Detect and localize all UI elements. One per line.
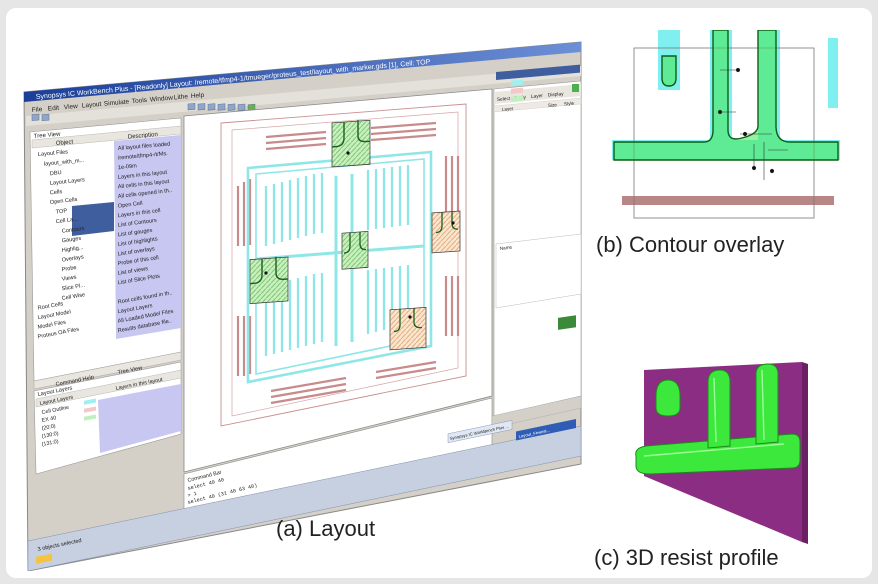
overlay-brown-bar: [622, 196, 834, 205]
contour-window-left[interactable]: [249, 256, 289, 305]
tool-open-icon[interactable]: [31, 113, 40, 121]
figure-frame: Synopsys IC WorkBench Plus - [Readonly] …: [6, 8, 872, 578]
tree-item-label[interactable]: DBU: [50, 170, 62, 177]
right-col-layer: Layer: [502, 106, 514, 112]
menu-lithe[interactable]: Lithe: [174, 93, 189, 101]
contour-overlay-figure: [612, 30, 840, 219]
contour-window-top[interactable]: [331, 119, 371, 168]
resist-pillar-left: [655, 379, 681, 417]
run-button[interactable]: [572, 84, 579, 92]
menu-edit[interactable]: Edit: [48, 105, 60, 113]
resist-pillar-mid: [707, 369, 731, 449]
right-layer-swatch-1: [511, 87, 523, 94]
tool-select-icon[interactable]: [217, 103, 226, 111]
right-col-size: Size: [548, 102, 558, 108]
contour-window-center[interactable]: [341, 231, 369, 270]
menu-tools[interactable]: Tools: [132, 97, 148, 105]
right-tab-layer[interactable]: Layer: [531, 93, 544, 100]
tool-layers-icon[interactable]: [237, 103, 246, 111]
menu-view[interactable]: View: [64, 103, 79, 111]
substrate-side: [802, 362, 808, 544]
tool-save-icon[interactable]: [41, 113, 50, 121]
right-layer-swatch-0: [511, 79, 523, 86]
resist-profile-figure: [635, 362, 808, 544]
layout-screenshot: Synopsys IC WorkBench Plus - [Readonly] …: [23, 41, 582, 571]
tool-ruler-icon[interactable]: [227, 103, 236, 111]
tool-zoom-in-icon[interactable]: [187, 103, 196, 111]
contour-window-bottom[interactable]: [389, 306, 427, 351]
caption-layout: (a) Layout: [276, 516, 376, 541]
menu-file[interactable]: File: [32, 106, 43, 114]
status-indicator: [558, 315, 576, 330]
contour-outline: [661, 55, 677, 87]
right-layer-swatch-2: [511, 95, 523, 102]
caption-contour: (b) Contour overlay: [596, 232, 785, 257]
right-tab-select[interactable]: Select: [497, 96, 511, 103]
overlay-cyan-col-4: [828, 38, 838, 108]
caption-resist: (c) 3D resist profile: [594, 545, 779, 570]
menu-help[interactable]: Help: [191, 92, 205, 100]
tool-zoom-out-icon[interactable]: [197, 103, 206, 111]
contour-window-right[interactable]: [431, 210, 461, 254]
right-col-style: Style: [564, 101, 575, 107]
resist-pillar-right: [755, 363, 779, 445]
tool-fit-icon[interactable]: [207, 103, 216, 111]
